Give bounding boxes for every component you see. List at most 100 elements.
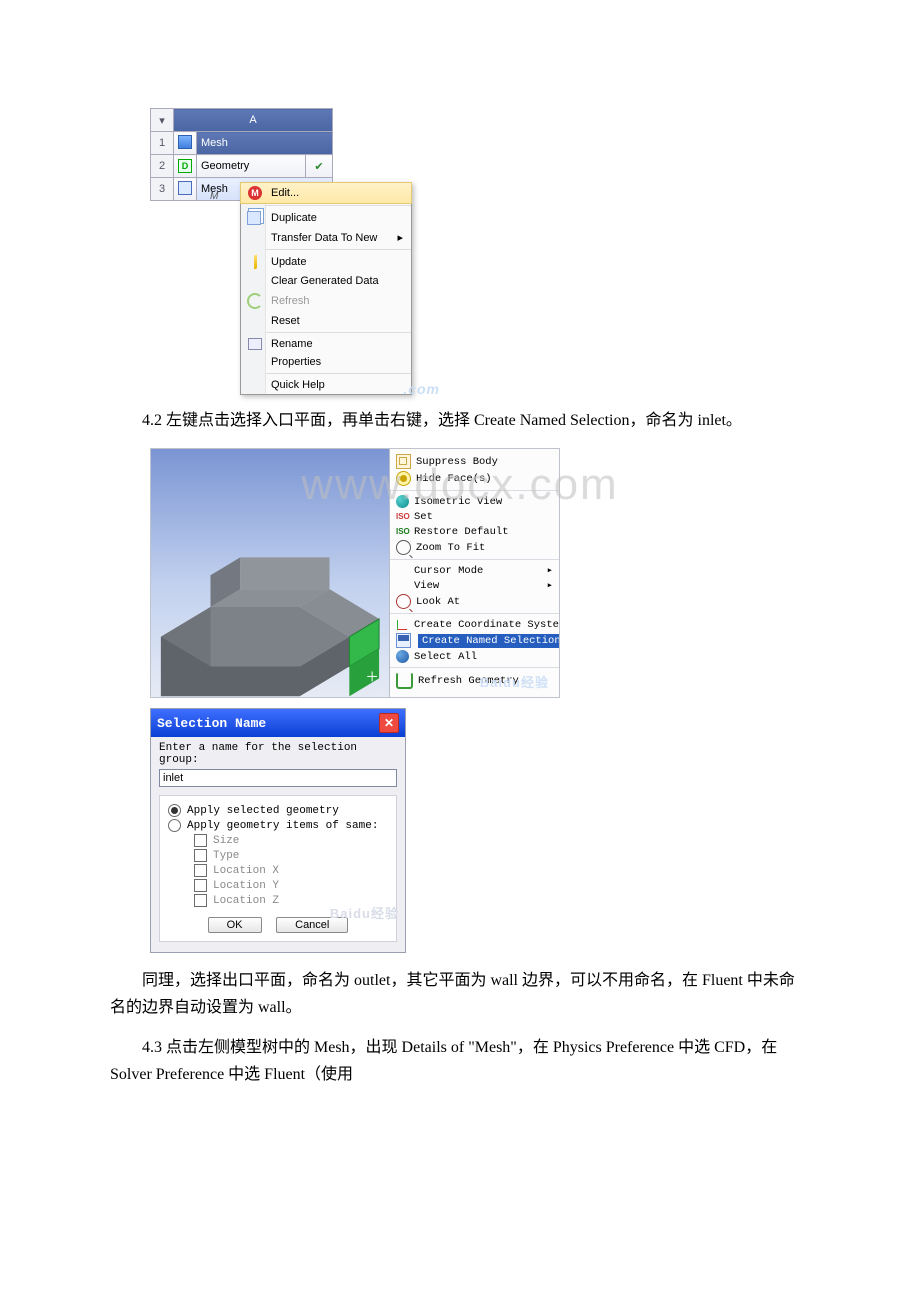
menu-item-label: Create Named Selection: [418, 634, 560, 648]
menu-item-label: Refresh: [271, 295, 310, 307]
menu-item-create-coord-sys[interactable]: Create Coordinate System: [390, 617, 559, 632]
watermark-text: Baidu经验: [480, 672, 549, 691]
figure-geometry-context-menu: Suppress Body Hide Face(s) Isometric Vie…: [150, 448, 560, 698]
edit-mesh-icon: M: [248, 186, 262, 200]
menu-item-label: Duplicate: [271, 212, 317, 224]
mesh-system-icon: [178, 135, 192, 149]
schematic-row-num: 3: [151, 178, 174, 201]
option-same-location-y: Location Y: [194, 879, 388, 892]
paragraph-text: 同理，选择出口平面，命名为 outlet，其它平面为 wall 边界，可以不用命…: [110, 972, 795, 1016]
menu-item-view[interactable]: View ▸: [390, 578, 559, 593]
named-selection-icon: [396, 633, 411, 648]
menu-separator: [390, 667, 559, 668]
menu-item-transfer-data[interactable]: Transfer Data To New ▸: [241, 228, 411, 247]
schematic-row-num: 2: [151, 155, 174, 178]
menu-item-restore-default[interactable]: ISORestore Default: [390, 524, 559, 539]
menu-item-label: Cursor Mode: [414, 565, 483, 577]
checkbox-icon: [194, 894, 207, 907]
menu-item-quick-help[interactable]: Quick Help: [241, 376, 411, 394]
mesh-system-icon-cell: [174, 132, 197, 155]
menu-item-label: Properties: [271, 356, 321, 368]
menu-separator: [390, 490, 559, 491]
dialog-body: Enter a name for the selection group: Ap…: [151, 737, 405, 952]
dialog-close-button[interactable]: ✕: [379, 713, 399, 733]
menu-item-label: Set: [414, 511, 433, 523]
dialog-selection-name: Selection Name ✕ Enter a name for the se…: [150, 708, 406, 953]
submenu-caret-icon: ▸: [547, 579, 553, 592]
checkbox-icon: [194, 849, 207, 862]
mesh-cell-icon-cell: [174, 178, 197, 201]
menu-item-properties[interactable]: Properties: [241, 353, 411, 371]
submenu-caret-icon: ▸: [397, 231, 403, 244]
menu-separator: [265, 332, 411, 333]
menu-item-label: View: [414, 580, 439, 592]
checkbox-icon: [194, 879, 207, 892]
menu-item-label: Edit...: [271, 187, 299, 199]
geometry-cell[interactable]: Geometry: [197, 155, 306, 178]
menu-item-cursor-mode[interactable]: Cursor Mode▸: [390, 563, 559, 578]
menu-item-select-all[interactable]: Select All: [390, 649, 559, 664]
menu-item-set[interactable]: ISOSet: [390, 509, 559, 524]
menu-item-isometric-view[interactable]: Isometric View: [390, 494, 559, 509]
mesh-cell-icon: [178, 181, 192, 195]
checkbox-icon: [194, 834, 207, 847]
option-label: Apply selected geometry: [187, 805, 339, 817]
menu-item-label: Suppress Body: [416, 456, 498, 468]
isometric-icon: [396, 495, 409, 508]
paragraph-4-2: 4.2 左键点击选择入口平面，再单击右键，选择 Create Named Sel…: [110, 407, 810, 434]
selection-name-input[interactable]: [159, 769, 397, 787]
dialog-button-row: OK Cancel: [168, 917, 388, 933]
schematic-dropdown-arrow[interactable]: ▾: [151, 109, 174, 132]
menu-item-label: Quick Help: [271, 379, 325, 391]
geometry-3d-model[interactable]: [151, 517, 389, 697]
menu-item-rename[interactable]: Rename: [241, 335, 411, 353]
menu-item-label: Restore Default: [414, 526, 509, 538]
option-apply-items-of-same[interactable]: Apply geometry items of same:: [168, 819, 388, 832]
menu-item-update[interactable]: Update: [241, 252, 411, 272]
menu-separator: [390, 613, 559, 614]
option-label: Size: [213, 835, 239, 847]
menu-item-clear-generated[interactable]: Clear Generated Data: [241, 272, 411, 290]
update-icon: [254, 254, 257, 269]
coord-sys-icon: [396, 618, 409, 631]
menu-item-suppress-body[interactable]: Suppress Body: [390, 453, 559, 470]
option-same-type: Type: [194, 849, 388, 862]
radio-selected-icon[interactable]: [168, 804, 181, 817]
cancel-button[interactable]: Cancel: [276, 917, 348, 933]
dialog-titlebar[interactable]: Selection Name ✕: [151, 709, 405, 737]
figure-mesh-context-menu: ▾ A 1 Mesh 2 D Geometry ✔ 3 Mesh M: [150, 108, 430, 395]
menu-item-reset[interactable]: Reset: [241, 312, 411, 330]
rename-icon: [248, 338, 262, 350]
option-apply-selected-geometry[interactable]: Apply selected geometry: [168, 804, 388, 817]
menu-item-label: Update: [271, 256, 306, 268]
menu-item-edit[interactable]: M Edit...: [240, 182, 412, 204]
menu-item-label: Clear Generated Data: [271, 275, 379, 287]
paragraph-outlet: 同理，选择出口平面，命名为 outlet，其它平面为 wall 边界，可以不用命…: [110, 967, 810, 1021]
menu-item-label: Transfer Data To New: [271, 232, 377, 244]
menu-item-zoom-to-fit[interactable]: Zoom To Fit: [390, 539, 559, 556]
ok-button[interactable]: OK: [208, 917, 262, 933]
dialog-title: Selection Name: [157, 716, 266, 731]
mesh-system-title[interactable]: Mesh: [197, 132, 333, 155]
paragraph-text: 4.2 左键点击选择入口平面，再单击右键，选择 Create Named Sel…: [142, 412, 742, 429]
radio-unselected-icon[interactable]: [168, 819, 181, 832]
blank-icon: [396, 564, 409, 577]
menu-item-hide-face[interactable]: Hide Face(s): [390, 470, 559, 487]
menu-item-label: Rename: [271, 338, 313, 350]
paragraph-text: 4.3 点击左侧模型树中的 Mesh，出现 Details of "Mesh"，…: [110, 1039, 777, 1083]
menu-item-label: Isometric View: [414, 496, 502, 508]
schematic-row-num: 1: [151, 132, 174, 155]
geometry-context-menu: Suppress Body Hide Face(s) Isometric Vie…: [389, 449, 559, 697]
geometry-status-ok-icon: ✔: [306, 155, 333, 178]
dialog-options-group: Apply selected geometry Apply geometry i…: [159, 795, 397, 942]
option-same-location-z: Location Z: [194, 894, 388, 907]
dialog-prompt: Enter a name for the selection group:: [159, 742, 397, 766]
menu-separator: [265, 249, 411, 250]
menu-item-label: Create Coordinate System: [414, 619, 560, 631]
menu-item-look-at[interactable]: Look At: [390, 593, 559, 610]
hide-icon: [396, 471, 411, 486]
menu-item-duplicate[interactable]: Duplicate: [241, 208, 411, 228]
menu-item-create-named-selection[interactable]: Create Named Selection: [390, 632, 559, 649]
option-same-size: Size: [194, 834, 388, 847]
duplicate-icon: [247, 211, 261, 225]
